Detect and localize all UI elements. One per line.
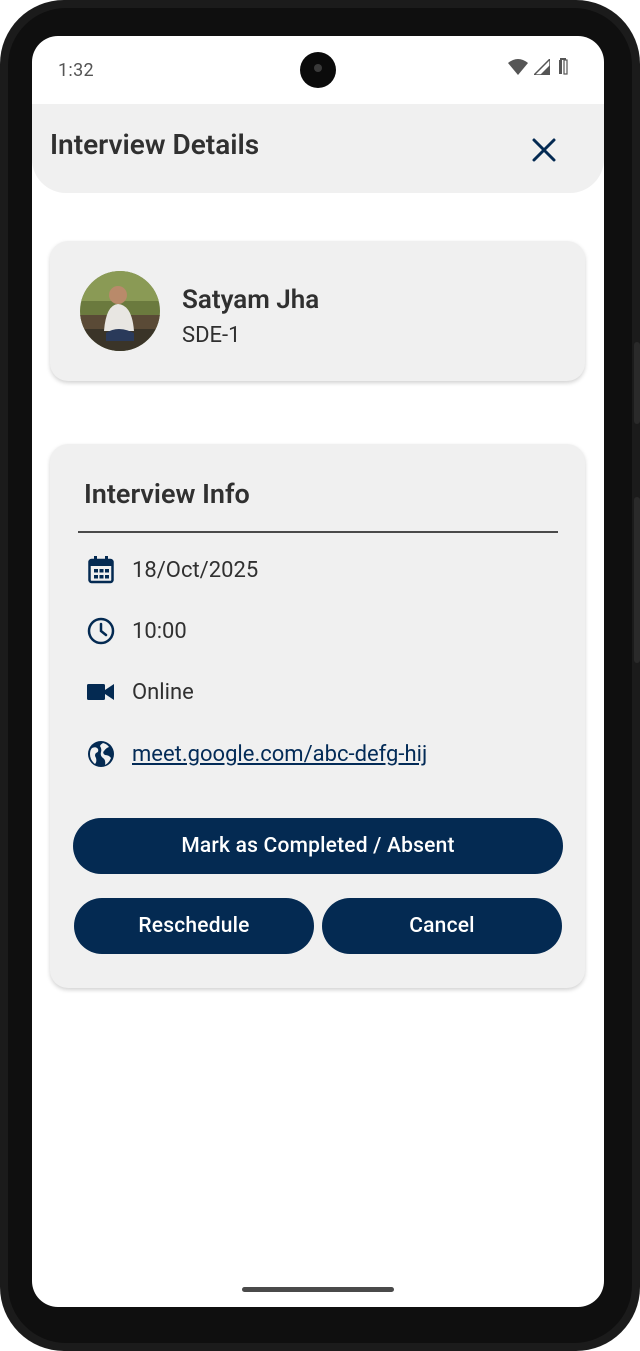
interview-info-card: Interview Info 18/Oct/2025 10:00 Online … (50, 444, 585, 988)
time-row: 10:00 (86, 615, 187, 647)
screen: 1:32 Interview Details Satyam Jha SDE-1 … (32, 36, 604, 1307)
mode-row: Online (86, 676, 194, 708)
close-icon (532, 138, 556, 162)
video-camera-icon (86, 677, 116, 707)
volume-button (634, 497, 640, 663)
calendar-icon (86, 555, 116, 585)
signal-icon (534, 59, 550, 75)
reschedule-button[interactable]: Reschedule (74, 898, 314, 954)
interview-date: 18/Oct/2025 (132, 557, 259, 583)
top-app-bar: Interview Details (32, 104, 604, 193)
status-icons (508, 58, 570, 76)
power-button (634, 342, 640, 424)
close-button[interactable] (524, 130, 564, 170)
status-time: 1:32 (58, 60, 94, 81)
candidate-card: Satyam Jha SDE-1 (50, 241, 585, 381)
link-row: meet.google.com/abc-defg-hij (86, 738, 427, 770)
page-title: Interview Details (50, 128, 260, 161)
wifi-icon (508, 59, 528, 75)
date-row: 18/Oct/2025 (86, 554, 258, 586)
meeting-link[interactable]: meet.google.com/abc-defg-hij (132, 742, 427, 767)
phone-frame: 1:32 Interview Details Satyam Jha SDE-1 … (0, 0, 640, 1351)
candidate-name: Satyam Jha (182, 285, 320, 315)
divider (78, 531, 558, 533)
front-camera (300, 52, 336, 88)
cancel-button[interactable]: Cancel (322, 898, 562, 954)
section-title: Interview Info (84, 478, 250, 510)
globe-icon (86, 739, 116, 769)
battery-icon (559, 58, 568, 75)
mark-completed-button[interactable]: Mark as Completed / Absent (73, 818, 563, 874)
candidate-role: SDE-1 (182, 323, 241, 348)
clock-icon (86, 616, 116, 646)
home-indicator[interactable] (242, 1287, 394, 1292)
status-bar: 1:32 (32, 36, 604, 104)
interview-time: 10:00 (132, 618, 187, 644)
interview-mode: Online (132, 679, 194, 705)
avatar (80, 271, 160, 351)
